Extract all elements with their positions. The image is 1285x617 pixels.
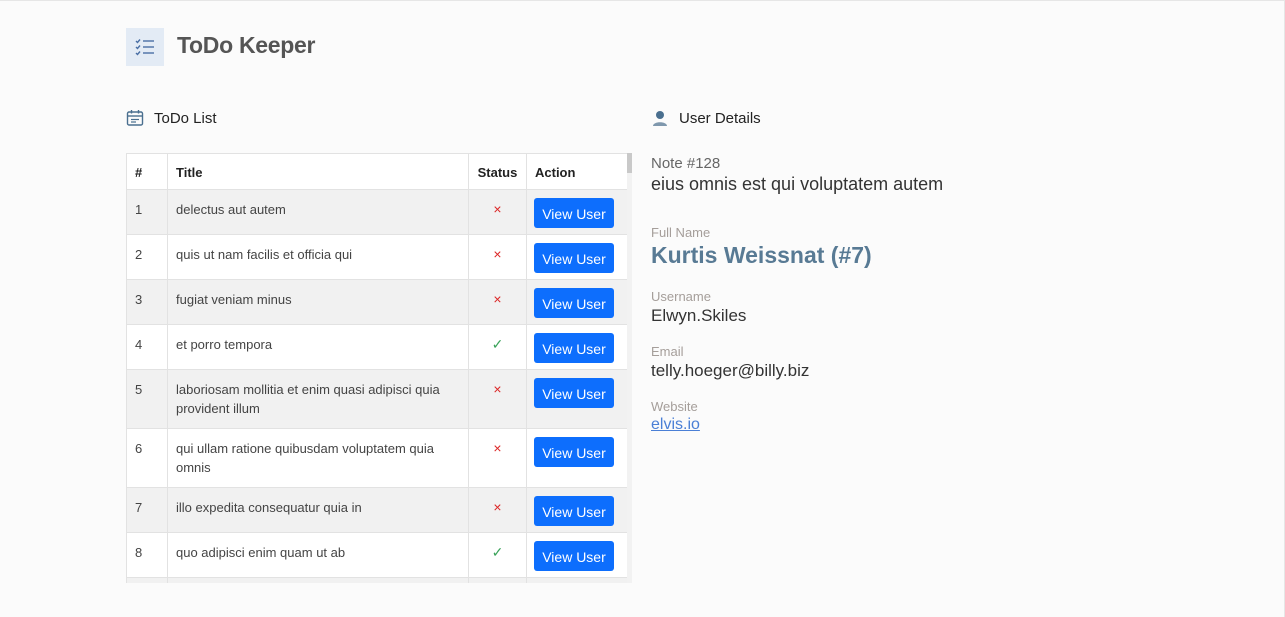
row-title: illo expedita consequatur quia in: [167, 487, 469, 533]
row-number: 4: [126, 324, 168, 370]
username-label: Username: [651, 289, 711, 304]
cross-icon: ×: [493, 291, 502, 307]
user-details-title: User Details: [679, 109, 761, 127]
todo-list-heading: ToDo List: [126, 109, 217, 127]
row-action: View User: [526, 279, 628, 325]
row-action: View User: [526, 577, 628, 583]
check-icon: ✓: [491, 336, 504, 352]
row-title: delectus aut autem: [167, 189, 469, 235]
cross-icon: ×: [493, 440, 502, 456]
note-title: eius omnis est qui voluptatem autem: [651, 174, 944, 194]
cross-icon: ×: [493, 201, 502, 217]
row-title: qui ullam ratione quibusdam voluptatem q…: [167, 428, 469, 488]
user-details-heading: User Details: [651, 109, 761, 127]
row-action: View User: [526, 324, 628, 370]
website-label: Website: [651, 399, 698, 414]
row-status: ✓: [468, 324, 527, 370]
table-row: 7 illo expedita consequatur quia in × View …: [126, 487, 628, 533]
view-user-button[interactable]: View User: [534, 496, 614, 526]
app-title: ToDo Keeper: [177, 32, 316, 58]
row-title: [167, 577, 469, 583]
cross-icon: ×: [493, 499, 502, 515]
table-row: 8 quo adipisci enim quam ut ab ✓ View User: [126, 532, 628, 578]
row-number: 8: [126, 532, 168, 578]
row-number: 5: [126, 369, 168, 429]
table-row: 1 delectus aut autem × View User: [126, 189, 628, 235]
user-icon: [653, 111, 667, 126]
row-status: ×: [468, 428, 527, 488]
column-header-status: Status: [468, 153, 527, 190]
row-status: [468, 577, 527, 583]
view-user-button[interactable]: View User: [534, 243, 614, 273]
calendar-icon: [126, 110, 144, 126]
row-title: quis ut nam facilis et officia qui: [167, 234, 469, 280]
table-row: 3 fugiat veniam minus × View User: [126, 279, 628, 325]
row-number: 3: [126, 279, 168, 325]
check-icon: ✓: [491, 544, 504, 560]
column-header-title: Title: [167, 153, 469, 190]
view-user-button[interactable]: View User: [534, 541, 614, 571]
table-row: View User: [126, 577, 628, 583]
row-title: fugiat veniam minus: [167, 279, 469, 325]
full-name-value: Kurtis Weissnat (#7): [651, 242, 872, 268]
column-header-number: #: [126, 153, 168, 190]
username-value: Elwyn.Skiles: [651, 306, 747, 325]
row-action: View User: [526, 369, 628, 429]
row-number: 7: [126, 487, 168, 533]
view-user-button[interactable]: View User: [534, 198, 614, 228]
view-user-button[interactable]: View User: [534, 333, 614, 363]
note-id: Note #128: [651, 155, 721, 172]
row-status: ✓: [468, 532, 527, 578]
row-title: et porro tempora: [167, 324, 469, 370]
todo-table: # Title Status Action 1 delectus aut aute…: [126, 153, 628, 583]
scrollbar-thumb[interactable]: [627, 153, 632, 173]
checklist-icon: [135, 39, 154, 56]
view-user-button[interactable]: View User: [534, 437, 614, 467]
cross-icon: ×: [493, 246, 502, 262]
row-status: ×: [468, 234, 527, 280]
row-number: 2: [126, 234, 168, 280]
row-action: View User: [526, 428, 628, 488]
row-title: quo adipisci enim quam ut ab: [167, 532, 469, 578]
row-status: ×: [468, 189, 527, 235]
table-header-row: # Title Status Action: [126, 153, 628, 190]
row-status: ×: [468, 487, 527, 533]
table-row: 2 quis ut nam facilis et officia qui × View…: [126, 234, 628, 280]
todo-table-container[interactable]: # Title Status Action 1 delectus aut aute…: [126, 153, 632, 583]
email-value: telly.hoeger@billy.biz: [651, 361, 810, 380]
row-title: laboriosam mollitia et enim quasi adipis…: [167, 369, 469, 429]
row-action: View User: [526, 532, 628, 578]
row-number: 6: [126, 428, 168, 488]
row-status: ×: [468, 279, 527, 325]
full-name-label: Full Name: [651, 225, 711, 240]
row-action: View User: [526, 189, 628, 235]
view-user-button[interactable]: View User: [534, 378, 614, 408]
app-logo: [126, 28, 164, 66]
table-row: 5 laboriosam mollitia et enim quasi adipi…: [126, 369, 628, 429]
user-details-panel: Note #128 eius omnis est qui voluptatem …: [651, 155, 1211, 434]
row-number: 1: [126, 189, 168, 235]
row-status: ×: [468, 369, 527, 429]
email-label: Email: [651, 344, 684, 359]
row-action: View User: [526, 487, 628, 533]
row-number: [126, 577, 168, 583]
row-action: View User: [526, 234, 628, 280]
website-link[interactable]: elvis.io: [651, 416, 700, 433]
table-row: 6 qui ullam ratione quibusdam voluptatem …: [126, 428, 628, 488]
cross-icon: ×: [493, 381, 502, 397]
view-user-button[interactable]: View User: [534, 288, 614, 318]
column-header-action: Action: [526, 153, 628, 190]
todo-list-title: ToDo List: [154, 109, 217, 127]
table-row: 4 et porro tempora ✓ View User: [126, 324, 628, 370]
scrollbar-track[interactable]: [627, 153, 632, 583]
